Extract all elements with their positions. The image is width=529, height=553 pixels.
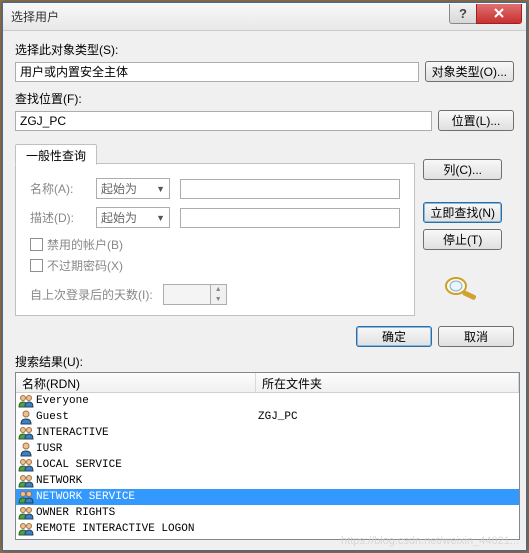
object-type-input[interactable]	[15, 62, 419, 82]
row-name: Everyone	[36, 395, 258, 407]
locations-button[interactable]: 位置(L)...	[438, 110, 514, 131]
table-row[interactable]: NETWORK SERVICE	[16, 489, 519, 505]
group-icon	[18, 457, 34, 473]
find-now-button[interactable]: 立即查找(N)	[423, 202, 502, 223]
desc-input[interactable]	[180, 208, 400, 228]
table-row[interactable]: IUSR	[16, 441, 519, 457]
titlebar[interactable]: 选择用户 ?	[3, 3, 526, 31]
close-button[interactable]	[476, 4, 522, 24]
days-stepper[interactable]: ▲▼	[163, 284, 227, 305]
row-name: NETWORK	[36, 475, 258, 487]
desc-match-combo[interactable]: 起始为▼	[96, 207, 170, 228]
row-name: REMOTE INTERACTIVE LOGON	[36, 523, 258, 535]
group-icon	[18, 473, 34, 489]
column-header-folder[interactable]: 所在文件夹	[256, 373, 519, 392]
tab-common-queries[interactable]: 一般性查询	[15, 144, 97, 165]
table-row[interactable]: REMOTE INTERACTIVE LOGON	[16, 521, 519, 537]
row-folder: ZGJ_PC	[258, 411, 298, 423]
help-button[interactable]: ?	[449, 4, 477, 24]
group-icon	[18, 505, 34, 521]
stop-button[interactable]: 停止(T)	[423, 229, 502, 250]
cancel-button[interactable]: 取消	[438, 326, 514, 347]
nonexpiring-pw-checkbox[interactable]	[30, 259, 43, 272]
object-types-button[interactable]: 对象类型(O)...	[425, 61, 514, 82]
location-input[interactable]	[15, 111, 432, 131]
results-label: 搜索结果(U):	[15, 353, 514, 370]
name-label: 名称(A):	[30, 180, 86, 197]
title-text: 选择用户	[11, 8, 450, 25]
user-icon	[18, 409, 34, 425]
results-table: 名称(RDN) 所在文件夹 EveryoneGuestZGJ_PCINTERAC…	[15, 372, 520, 540]
group-icon	[18, 393, 34, 409]
ok-button[interactable]: 确定	[356, 326, 432, 347]
days-since-login-label: 自上次登录后的天数(I):	[30, 286, 153, 303]
location-label: 查找位置(F):	[15, 90, 514, 107]
row-name: IUSR	[36, 443, 258, 455]
name-match-combo[interactable]: 起始为▼	[96, 178, 170, 199]
table-row[interactable]: LOCAL SERVICE	[16, 457, 519, 473]
columns-button[interactable]: 列(C)...	[423, 159, 502, 180]
row-name: NETWORK SERVICE	[36, 491, 258, 503]
user-icon	[18, 441, 34, 457]
row-name: OWNER RIGHTS	[36, 507, 258, 519]
name-input[interactable]	[180, 179, 400, 199]
desc-label: 描述(D):	[30, 209, 86, 226]
disabled-accounts-label: 禁用的帐户(B)	[47, 236, 123, 253]
nonexpiring-pw-label: 不过期密码(X)	[47, 257, 123, 274]
disabled-accounts-checkbox[interactable]	[30, 238, 43, 251]
group-icon	[18, 425, 34, 441]
column-header-name[interactable]: 名称(RDN)	[16, 373, 256, 392]
row-name: INTERACTIVE	[36, 427, 258, 439]
table-row[interactable]: OWNER RIGHTS	[16, 505, 519, 521]
table-row[interactable]: Everyone	[16, 393, 519, 409]
row-name: Guest	[36, 411, 258, 423]
table-row[interactable]: GuestZGJ_PC	[16, 409, 519, 425]
magnifier-icon	[442, 274, 482, 305]
dialog-window: 选择用户 ? 选择此对象类型(S): 对象类型(O)... 查找位置(F): 位…	[2, 2, 527, 551]
table-row[interactable]: INTERACTIVE	[16, 425, 519, 441]
object-type-label: 选择此对象类型(S):	[15, 41, 514, 58]
row-name: LOCAL SERVICE	[36, 459, 258, 471]
group-icon	[18, 489, 34, 505]
query-tab-panel: 一般性查询 名称(A): 起始为▼ 描述(D): 起始为▼	[15, 163, 415, 316]
table-row[interactable]: NETWORK	[16, 473, 519, 489]
group-icon	[18, 521, 34, 537]
